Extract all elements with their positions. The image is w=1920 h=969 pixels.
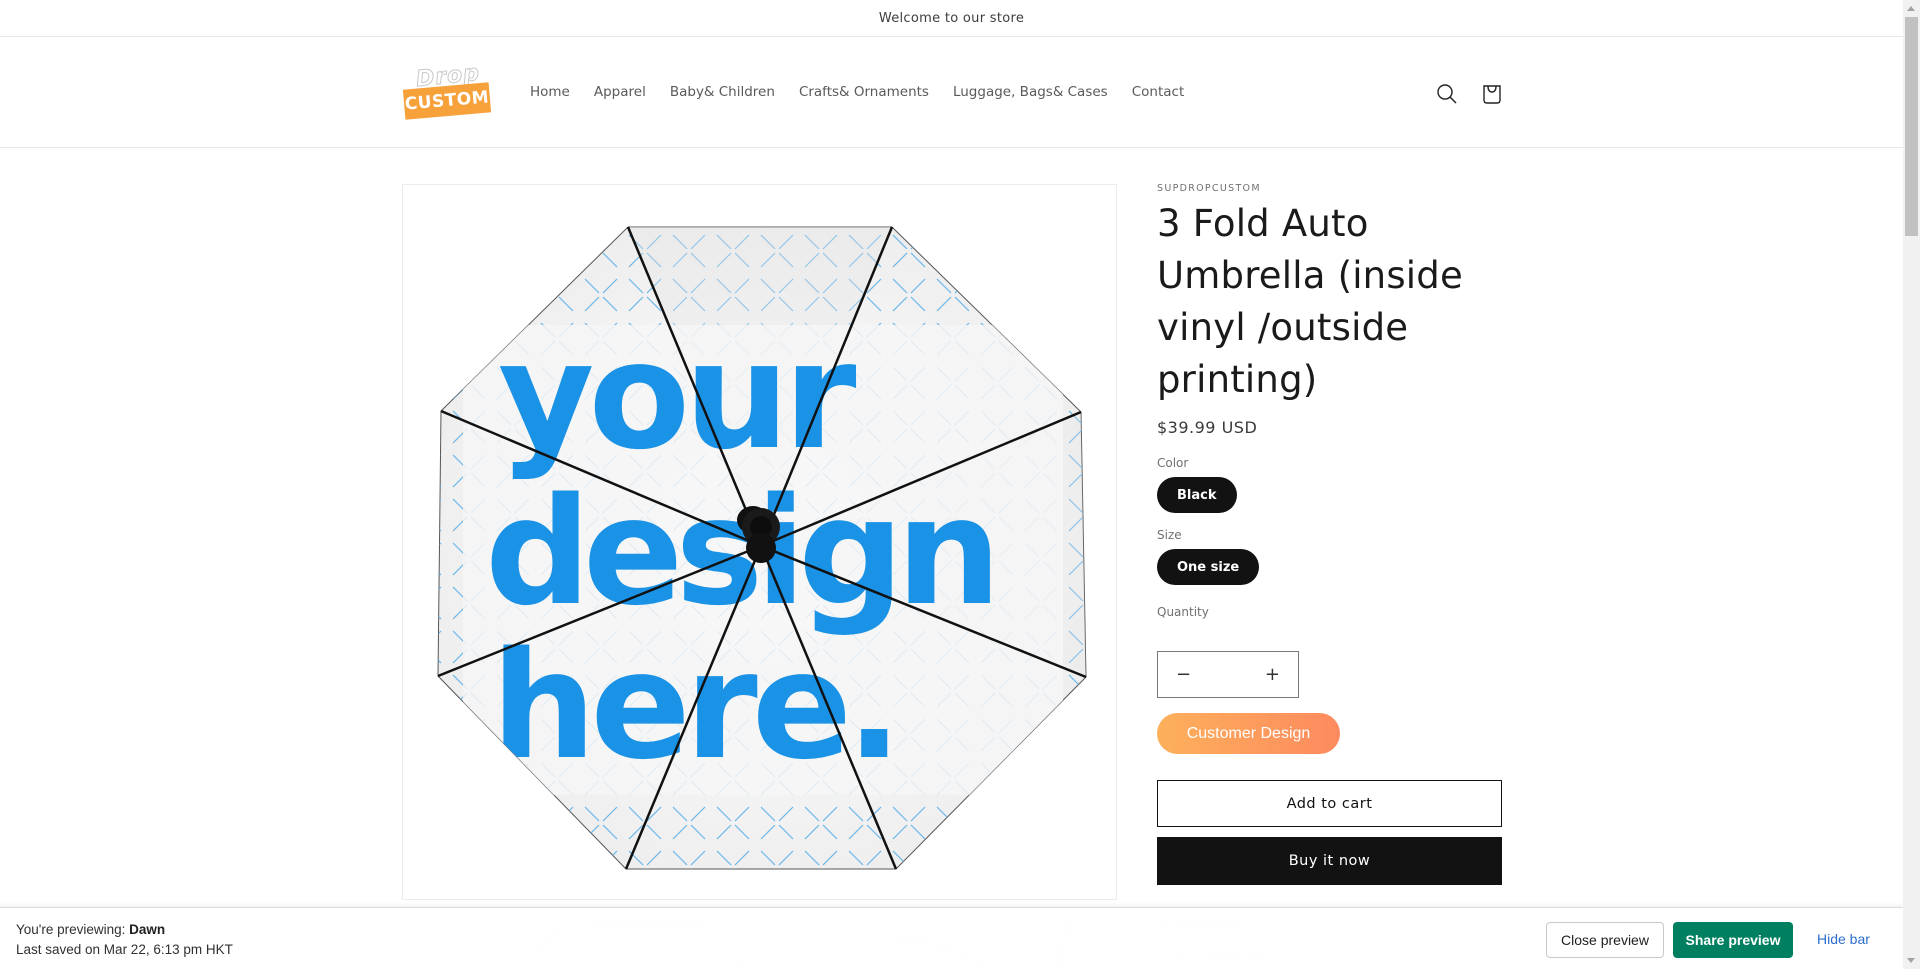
- announcement-text: Welcome to our store: [878, 10, 1025, 26]
- preview-info: You're previewing: Dawn Last saved on Ma…: [16, 920, 233, 960]
- color-pill-black[interactable]: Black: [1157, 477, 1237, 513]
- cart-button[interactable]: [1477, 79, 1507, 109]
- product-vendor: SUPDROPCUSTOM: [1157, 183, 1261, 194]
- nav-contact[interactable]: Contact: [1132, 84, 1185, 100]
- scrollbar-thumb[interactable]: [1905, 17, 1918, 236]
- scroll-down-arrow-icon[interactable]: [1907, 958, 1915, 963]
- quantity-decrease-button[interactable]: −: [1176, 664, 1191, 685]
- option-size-label: Size: [1157, 528, 1182, 542]
- nav-apparel[interactable]: Apparel: [594, 84, 646, 100]
- close-preview-button[interactable]: Close preview: [1546, 922, 1664, 958]
- quantity-input[interactable]: [1198, 666, 1258, 683]
- search-icon: [1437, 84, 1457, 104]
- cart-icon: [1483, 85, 1501, 104]
- main-nav: Home Apparel Baby& Children Crafts& Orna…: [530, 84, 1208, 100]
- product-image[interactable]: your design here.: [402, 184, 1117, 900]
- share-preview-button[interactable]: Share preview: [1673, 922, 1793, 958]
- nav-luggage-bags-cases[interactable]: Luggage, Bags& Cases: [953, 84, 1108, 100]
- page-scrollbar[interactable]: [1903, 0, 1920, 969]
- nav-crafts-ornaments[interactable]: Crafts& Ornaments: [799, 84, 929, 100]
- product-info: SUPDROPCUSTOM 3 Fold Auto Umbrella (insi…: [1157, 183, 1502, 619]
- product-title: 3 Fold Auto Umbrella (inside vinyl /outs…: [1157, 202, 1463, 401]
- previewing-prefix: You're previewing:: [16, 922, 130, 937]
- logo-custom-text: CUSTOM: [402, 82, 492, 120]
- nav-home[interactable]: Home: [530, 84, 570, 100]
- hide-bar-link[interactable]: Hide bar: [1817, 931, 1870, 947]
- print-line-1: your: [498, 310, 857, 482]
- last-saved-text: Last saved on Mar 22, 6:13 pm HKT: [16, 942, 233, 957]
- site-header: Drop CUSTOM Home Apparel Baby& Children …: [0, 37, 1903, 148]
- search-button[interactable]: [1432, 79, 1462, 109]
- customer-design-button[interactable]: Customer Design: [1157, 713, 1340, 754]
- buy-it-now-button[interactable]: Buy it now: [1157, 837, 1502, 885]
- preview-theme-name: Dawn: [129, 922, 166, 937]
- size-pill-one-size[interactable]: One size: [1157, 549, 1260, 585]
- quantity-label: Quantity: [1157, 605, 1209, 619]
- store-logo[interactable]: Drop CUSTOM: [402, 60, 492, 120]
- scroll-up-arrow-icon[interactable]: [1907, 6, 1915, 11]
- product-price: $39.99 USD: [1157, 418, 1258, 437]
- quantity-stepper: − +: [1157, 651, 1299, 698]
- umbrella-image: your design here.: [437, 226, 1087, 870]
- option-color-label: Color: [1157, 456, 1189, 470]
- option-size: Size One size: [1157, 528, 1502, 585]
- nav-baby-children[interactable]: Baby& Children: [670, 84, 775, 100]
- theme-preview-bar: You're previewing: Dawn Last saved on Ma…: [0, 907, 1903, 969]
- announcement-bar: Welcome to our store: [0, 0, 1903, 37]
- quantity-increase-button[interactable]: +: [1265, 664, 1280, 685]
- option-color: Color Black: [1157, 456, 1502, 513]
- add-to-cart-button[interactable]: Add to cart: [1157, 780, 1502, 827]
